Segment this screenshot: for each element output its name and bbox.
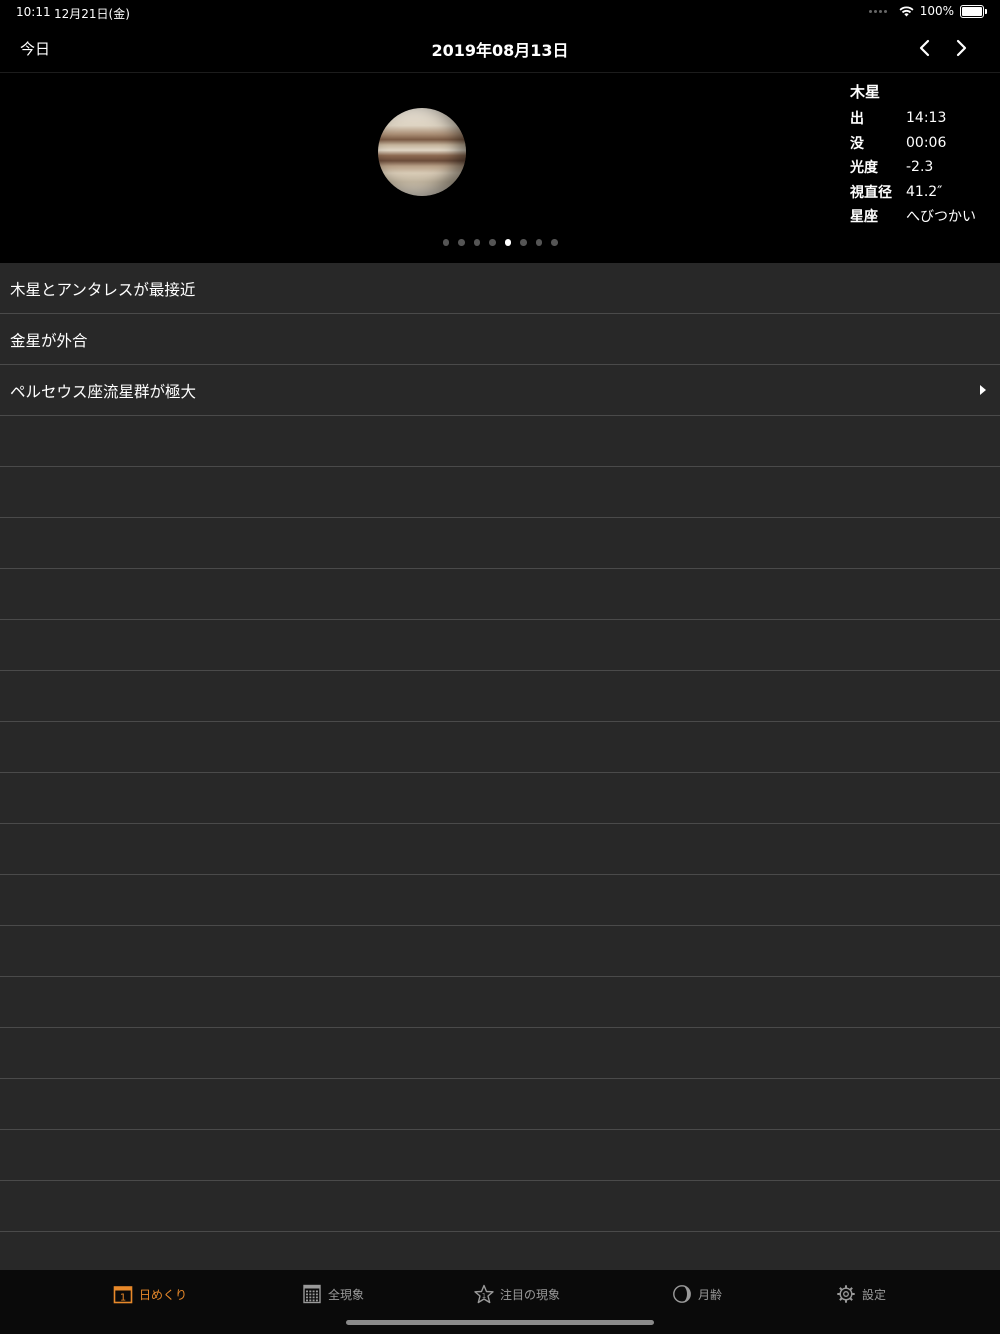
tab-label: 設定 bbox=[862, 1287, 887, 1302]
status-right: 100% bbox=[868, 4, 987, 18]
info-value: -2.3 bbox=[906, 159, 934, 176]
gear-icon bbox=[836, 1284, 856, 1304]
battery-percent: 100% bbox=[919, 4, 954, 18]
event-row[interactable]: ペルセウス座流星群が極大 bbox=[0, 365, 1000, 416]
empty-row bbox=[0, 518, 1000, 569]
empty-row bbox=[0, 671, 1000, 722]
empty-row bbox=[0, 977, 1000, 1028]
page-dot[interactable] bbox=[535, 239, 542, 246]
info-row: 没 00:06 bbox=[850, 131, 976, 156]
status-bar: 10:11 12月21日(金) 100% bbox=[0, 0, 1000, 24]
info-key: 星座 bbox=[850, 209, 878, 226]
page-dot[interactable] bbox=[473, 239, 480, 246]
calendar-grid-icon bbox=[302, 1284, 322, 1304]
empty-row bbox=[0, 569, 1000, 620]
planet-carousel[interactable]: 木星 出 14:13 没 00:06 光度 -2.3 視直径 41.2″ 星座 へびつかい bbox=[0, 73, 1000, 263]
event-label: 木星とアンタレスが最接近 bbox=[10, 281, 196, 299]
tab-star[interactable]: 1 注目の現象 bbox=[474, 1284, 560, 1304]
event-list: 木星とアンタレスが最接近 金星が外合ペルセウス座流星群が極大 bbox=[0, 263, 1000, 1270]
chevron-left-icon[interactable] bbox=[914, 36, 936, 60]
chevron-right-icon[interactable] bbox=[950, 36, 972, 60]
page-title: 2019年08月13日 bbox=[431, 41, 569, 60]
tab-label: 日めくり bbox=[139, 1287, 188, 1302]
svg-text:1: 1 bbox=[120, 1293, 126, 1304]
tab-gear[interactable]: 設定 bbox=[836, 1284, 886, 1304]
info-key: 光度 bbox=[850, 160, 878, 177]
info-key: 視直径 bbox=[850, 184, 892, 201]
empty-row bbox=[0, 416, 1000, 467]
tab-label: 全現象 bbox=[328, 1287, 365, 1302]
planet-info: 木星 出 14:13 没 00:06 光度 -2.3 視直径 41.2″ 星座 へびつかい bbox=[850, 81, 976, 229]
empty-row bbox=[0, 1232, 1000, 1270]
calendar-day-icon: 1 bbox=[113, 1284, 133, 1304]
page-dot[interactable] bbox=[520, 239, 527, 246]
info-row: 星座 へびつかい bbox=[850, 204, 976, 229]
event-label: 金星が外合 bbox=[10, 332, 88, 350]
page-dot[interactable] bbox=[458, 239, 465, 246]
info-key: 没 bbox=[850, 135, 864, 152]
page-dot[interactable] bbox=[504, 239, 511, 246]
page-dot[interactable] bbox=[489, 239, 496, 246]
page-indicator[interactable] bbox=[0, 239, 1000, 246]
tab-calendar-grid[interactable]: 全現象 bbox=[302, 1284, 364, 1304]
planet-name: 木星 bbox=[850, 83, 881, 101]
empty-row bbox=[0, 926, 1000, 977]
empty-row bbox=[0, 875, 1000, 926]
info-row: 光度 -2.3 bbox=[850, 155, 976, 180]
status-date: 12月21日(金) bbox=[54, 7, 130, 21]
tab-label: 月齢 bbox=[698, 1287, 723, 1302]
tab-moon-phase[interactable]: 月齢 bbox=[672, 1284, 722, 1304]
wifi-icon bbox=[899, 5, 914, 16]
battery-icon bbox=[960, 4, 987, 18]
event-row[interactable]: 金星が外合 bbox=[0, 314, 1000, 365]
info-row: 視直径 41.2″ bbox=[850, 180, 976, 205]
empty-row bbox=[0, 467, 1000, 518]
info-key: 出 bbox=[850, 111, 864, 128]
empty-row bbox=[0, 1130, 1000, 1181]
cellular-signal-icon bbox=[868, 9, 887, 13]
empty-row bbox=[0, 824, 1000, 875]
status-time: 10:11 bbox=[16, 5, 51, 19]
info-value: 41.2″ bbox=[906, 183, 943, 200]
info-value: 00:06 bbox=[906, 134, 947, 151]
info-row: 出 14:13 bbox=[850, 106, 976, 131]
event-label: ペルセウス座流星群が極大 bbox=[10, 383, 197, 401]
page-dot[interactable] bbox=[551, 239, 558, 246]
disclosure-arrow-icon bbox=[980, 385, 986, 395]
tab-calendar-day[interactable]: 1 日めくり bbox=[113, 1284, 187, 1304]
info-value: 14:13 bbox=[906, 110, 947, 127]
event-row[interactable]: 木星とアンタレスが最接近 bbox=[0, 263, 1000, 314]
empty-row bbox=[0, 722, 1000, 773]
jupiter-image bbox=[378, 108, 466, 196]
page-dot[interactable] bbox=[442, 239, 449, 246]
svg-text:1: 1 bbox=[482, 1292, 486, 1300]
empty-row bbox=[0, 1181, 1000, 1232]
empty-row bbox=[0, 1079, 1000, 1130]
moon-phase-icon bbox=[672, 1284, 692, 1304]
nav-bar: 今日 2019年08月13日 bbox=[0, 24, 1000, 73]
home-indicator[interactable] bbox=[346, 1320, 654, 1325]
star-icon: 1 bbox=[474, 1284, 494, 1304]
tab-label: 注目の現象 bbox=[500, 1287, 561, 1302]
empty-row bbox=[0, 620, 1000, 671]
info-value: へびつかい bbox=[906, 209, 976, 226]
empty-row bbox=[0, 773, 1000, 824]
empty-row bbox=[0, 1028, 1000, 1079]
